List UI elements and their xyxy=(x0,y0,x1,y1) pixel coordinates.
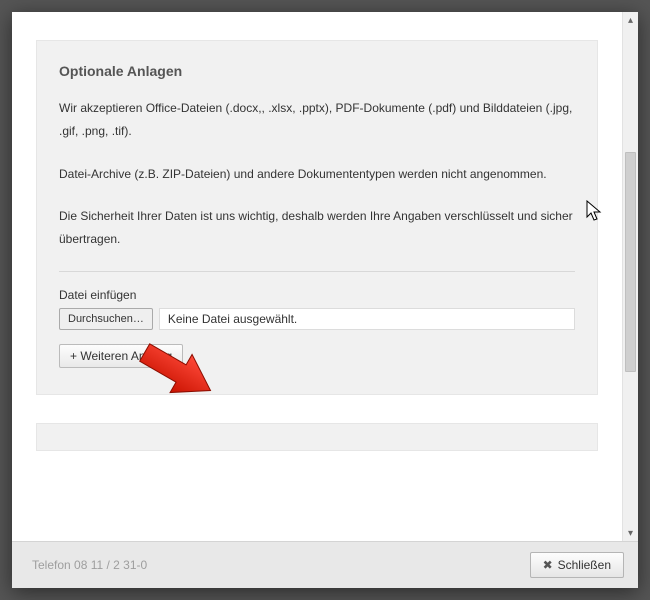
panel-text-rejected: Datei-Archive (z.B. ZIP-Dateien) und and… xyxy=(59,163,575,186)
next-panel-peek xyxy=(36,423,598,451)
separator xyxy=(59,271,575,272)
file-input-row: Durchsuchen… Keine Datei ausgewählt. xyxy=(59,308,575,330)
close-icon: ✖ xyxy=(543,559,553,571)
scroll-thumb[interactable] xyxy=(625,152,636,372)
scroll-down-icon[interactable]: ▾ xyxy=(623,525,638,541)
attachments-panel: Optionale Anlagen Wir akzeptieren Office… xyxy=(36,40,598,395)
close-button[interactable]: ✖ Schließen xyxy=(530,552,624,578)
modal-footer: Telefon 08 11 / 2 31-0 ✖ Schließen xyxy=(12,541,638,588)
panel-text-security: Die Sicherheit Ihrer Daten ist uns wicht… xyxy=(59,205,575,251)
modal-body: Optionale Anlagen Wir akzeptieren Office… xyxy=(12,12,622,541)
panel-heading: Optionale Anlagen xyxy=(59,63,575,79)
browse-button[interactable]: Durchsuchen… xyxy=(59,308,153,330)
scroll-up-icon[interactable]: ▴ xyxy=(623,12,638,28)
file-field-label: Datei einfügen xyxy=(59,288,575,302)
add-attachment-button[interactable]: + Weiteren Anhang xyxy=(59,344,183,368)
vertical-scrollbar[interactable]: ▴ ▾ xyxy=(622,12,638,541)
file-status-text: Keine Datei ausgewählt. xyxy=(159,308,575,330)
footer-ghost-text: Telefon 08 11 / 2 31-0 xyxy=(32,558,147,572)
modal-dialog: Optionale Anlagen Wir akzeptieren Office… xyxy=(12,12,638,588)
close-button-label: Schließen xyxy=(558,558,611,572)
panel-text-accepted: Wir akzeptieren Office-Dateien (.docx,, … xyxy=(59,97,575,143)
modal-body-wrap: Optionale Anlagen Wir akzeptieren Office… xyxy=(12,12,638,541)
